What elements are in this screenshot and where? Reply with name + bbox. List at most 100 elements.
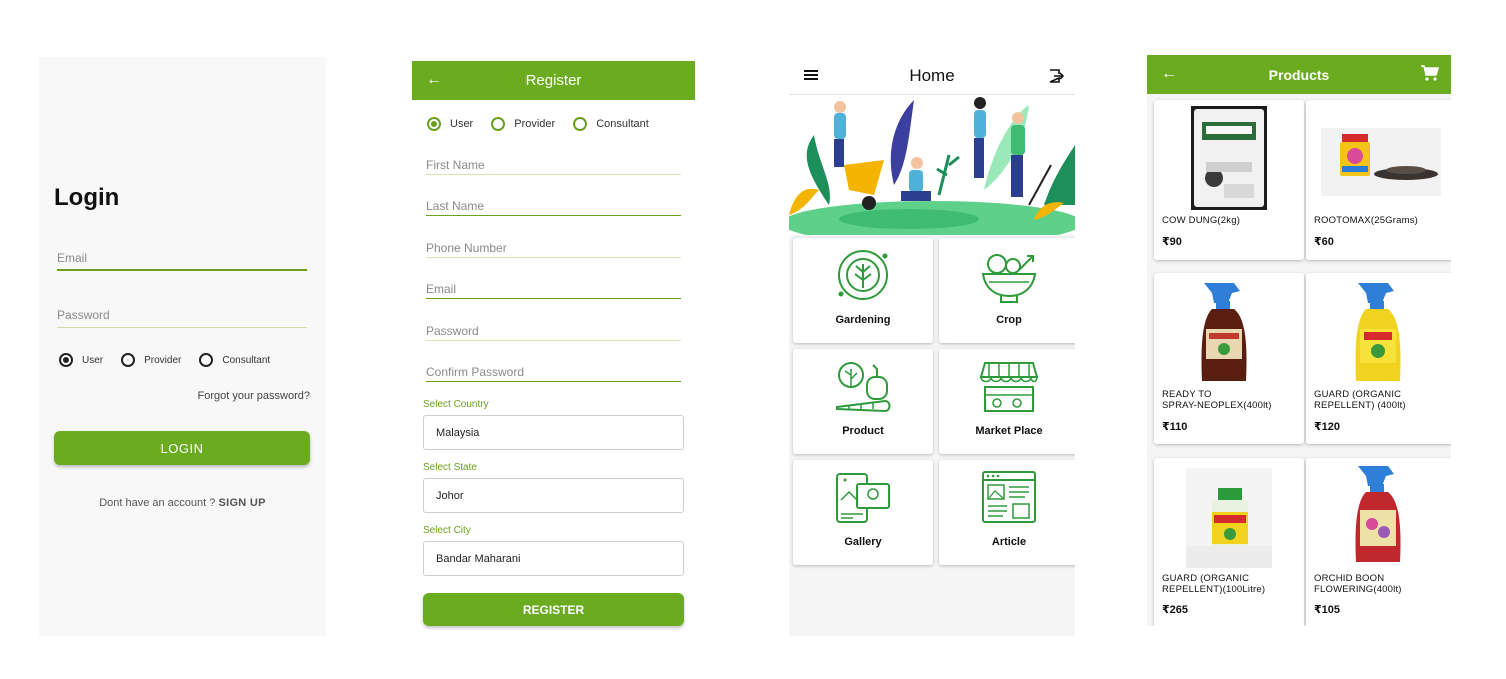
register-app-bar: ← Register xyxy=(412,61,695,100)
products-app-bar: ← Products xyxy=(1147,55,1451,94)
login-screen: Login Email Password User Provider Consu… xyxy=(39,57,326,636)
login-title: Login xyxy=(54,184,120,211)
tile-product[interactable]: Product xyxy=(793,349,933,454)
tile-market-place[interactable]: Market Place xyxy=(939,349,1075,454)
state-value: Johor xyxy=(436,489,464,502)
radio-unselected-icon xyxy=(573,117,588,131)
role-radio-consultant[interactable]: Consultant xyxy=(199,353,270,367)
first-name-placeholder: First Name xyxy=(426,158,485,172)
tile-gallery[interactable]: Gallery xyxy=(793,460,933,565)
register-role-radio-provider[interactable]: Provider xyxy=(491,117,555,131)
product-image-rootomax xyxy=(1321,128,1441,196)
email-field[interactable]: Email xyxy=(57,241,307,271)
product-price: ₹110 xyxy=(1162,421,1188,433)
role-radio-provider[interactable]: Provider xyxy=(121,353,181,367)
products-screen: ← Products COW DUNG(2kg) ₹90 ROOTOMAX(25… xyxy=(1147,55,1451,626)
register-role-label-consultant: Consultant xyxy=(596,118,649,130)
register-role-radio-user[interactable]: User xyxy=(427,117,473,131)
gardening-hero-illustration xyxy=(789,95,1075,235)
product-image-guard-bottle xyxy=(1186,468,1272,568)
radio-unselected-icon xyxy=(491,117,506,131)
tile-gardening[interactable]: Gardening xyxy=(793,238,933,343)
register-email-field[interactable]: Email xyxy=(426,271,681,299)
article-page-icon xyxy=(982,471,1036,523)
register-password-placeholder: Password xyxy=(426,324,479,338)
leaf-circle-icon xyxy=(838,250,888,300)
register-role-radio-group: User Provider Consultant xyxy=(427,117,665,131)
confirm-password-field[interactable]: Confirm Password xyxy=(426,354,681,382)
confirm-password-underline xyxy=(426,380,681,382)
register-role-radio-consultant[interactable]: Consultant xyxy=(573,117,649,131)
product-name: GUARD (ORGANIC REPELLENT)(100Litre) xyxy=(1162,573,1265,595)
first-name-underline xyxy=(426,174,681,175)
signup-prompt-text: Dont have an account ? xyxy=(99,497,216,509)
city-select[interactable]: Bandar Maharani xyxy=(423,541,684,576)
product-name: COW DUNG(2kg) xyxy=(1162,215,1241,226)
register-email-placeholder: Email xyxy=(426,282,457,296)
state-select[interactable]: Johor xyxy=(423,478,684,513)
vegetable-bowl-icon xyxy=(981,254,1037,303)
phone-number-field[interactable]: Phone Number xyxy=(426,230,681,258)
country-select[interactable]: Malaysia xyxy=(423,415,684,450)
register-email-underline xyxy=(426,297,681,299)
last-name-field[interactable]: Last Name xyxy=(426,188,681,216)
cart-icon[interactable] xyxy=(1421,65,1439,81)
login-button[interactable]: LOGIN xyxy=(54,431,310,465)
first-name-field[interactable]: First Name xyxy=(426,147,681,175)
tile-label-market-place: Market Place xyxy=(975,425,1043,437)
tile-label-product: Product xyxy=(842,425,884,437)
home-screen: Home Gardening Crop Product Market Place… xyxy=(789,57,1075,636)
signup-prompt: Dont have an account ? SIGN UP xyxy=(39,497,326,509)
register-role-label-user: User xyxy=(450,118,474,130)
market-stall-icon xyxy=(979,362,1039,412)
role-label-provider: Provider xyxy=(144,354,182,366)
email-underline xyxy=(57,269,307,271)
register-password-underline xyxy=(426,340,681,341)
product-card[interactable]: ROOTOMAX(25Grams) ₹60 xyxy=(1306,100,1451,260)
product-name-line: GUARD (ORGANIC xyxy=(1314,389,1402,400)
product-name: GUARD (ORGANIC REPELLENT) (400lt) xyxy=(1314,389,1406,411)
register-role-label-provider: Provider xyxy=(514,118,556,130)
state-label: Select State xyxy=(423,462,477,473)
products-title: Products xyxy=(1268,66,1330,83)
role-radio-group: User Provider Consultant xyxy=(59,353,286,367)
role-radio-user[interactable]: User xyxy=(59,353,103,367)
product-price: ₹265 xyxy=(1162,604,1189,616)
product-price: ₹60 xyxy=(1314,236,1334,248)
country-value: Malaysia xyxy=(436,426,480,439)
product-card[interactable]: GUARD (ORGANIC REPELLENT)(100Litre) ₹265 xyxy=(1154,458,1304,626)
product-name-line: SPRAY-NEOPLEX(400lt) xyxy=(1162,400,1272,411)
radio-selected-icon xyxy=(427,117,441,131)
product-name-line: GUARD (ORGANIC xyxy=(1162,573,1250,584)
tile-article[interactable]: Article xyxy=(939,460,1075,565)
tile-label-gallery: Gallery xyxy=(844,536,882,548)
product-name-line: ORCHID BOON xyxy=(1314,573,1385,584)
register-button[interactable]: REGISTER xyxy=(423,593,684,626)
product-card[interactable]: COW DUNG(2kg) ₹90 xyxy=(1154,100,1304,260)
tile-crop[interactable]: Crop xyxy=(939,238,1075,343)
product-name-line: FLOWERING(400lt) xyxy=(1314,584,1402,595)
password-underline xyxy=(57,327,307,328)
forgot-password-link[interactable]: Forgot your password? xyxy=(198,390,311,402)
city-value: Bandar Maharani xyxy=(436,552,521,565)
product-card[interactable]: ORCHID BOON FLOWERING(400lt) ₹105 xyxy=(1306,458,1451,626)
product-card[interactable]: GUARD (ORGANIC REPELLENT) (400lt) ₹120 xyxy=(1306,273,1451,444)
password-field[interactable]: Password xyxy=(57,298,307,328)
product-name: ORCHID BOON FLOWERING(400lt) xyxy=(1314,573,1402,595)
product-name: READY TO SPRAY-NEOPLEX(400lt) xyxy=(1162,389,1272,411)
radio-unselected-icon xyxy=(199,353,214,367)
home-title: Home xyxy=(909,66,955,85)
product-name-line: REPELLENT)(100Litre) xyxy=(1162,584,1266,595)
signup-link[interactable]: SIGN UP xyxy=(218,497,265,509)
arrow-left-icon[interactable]: ← xyxy=(1161,65,1177,83)
tile-label-article: Article xyxy=(991,536,1027,548)
product-card[interactable]: READY TO SPRAY-NEOPLEX(400lt) ₹110 xyxy=(1154,273,1304,444)
arrow-left-icon[interactable]: ← xyxy=(426,71,442,89)
radio-unselected-icon xyxy=(121,353,136,367)
exit-icon[interactable] xyxy=(1048,68,1064,84)
last-name-underline xyxy=(426,214,681,216)
register-password-field[interactable]: Password xyxy=(426,313,681,341)
vegetables-icon xyxy=(836,362,891,413)
role-label-consultant: Consultant xyxy=(222,354,271,366)
product-price: ₹105 xyxy=(1314,604,1341,616)
